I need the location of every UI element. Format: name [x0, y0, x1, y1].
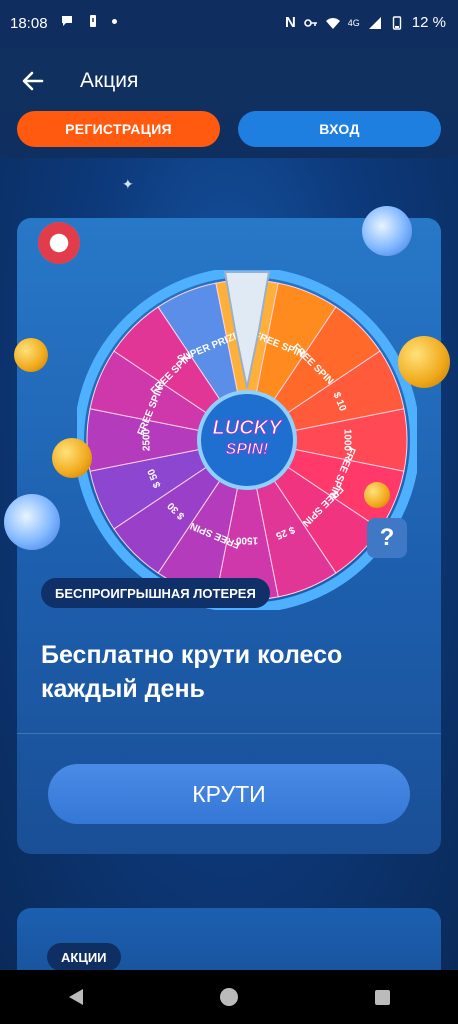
wheel-logo-text: LUCKY	[213, 417, 284, 439]
battery-icon	[392, 15, 401, 30]
key-icon	[303, 18, 317, 27]
status-bar: 18:08 N 4G 12 %	[0, 0, 458, 48]
coin-decoration	[52, 438, 92, 478]
coin-decoration	[364, 482, 390, 508]
nav-recents-icon[interactable]	[374, 989, 390, 1005]
chat-icon	[62, 16, 72, 26]
auth-buttons: РЕГИСТРАЦИЯ ВХОД	[17, 111, 441, 147]
divider	[17, 733, 441, 734]
page-title: Акция	[80, 69, 139, 92]
promo-headline: Бесплатно крути колесо каждый день	[41, 641, 343, 703]
system-nav-bar	[0, 970, 458, 1024]
help-button[interactable]: ?	[367, 518, 407, 558]
promotions-card[interactable]: АКЦИИ	[17, 908, 441, 970]
login-button[interactable]: ВХОД	[238, 111, 441, 147]
coin-decoration	[14, 338, 48, 372]
roulette-chip-decoration	[38, 222, 80, 264]
wheel-logo-text: SPIN!	[226, 441, 269, 458]
status-left-icons	[60, 14, 117, 28]
status-time: 18:08	[10, 15, 48, 32]
sparkle-icon: ✦	[122, 176, 134, 192]
lottery-tag: БЕСПРОИГРЫШНАЯ ЛОТЕРЕЯ	[41, 578, 270, 608]
signal-icon	[368, 16, 381, 29]
wheel-hub	[197, 390, 297, 490]
promo-card: 100FREE SPIN 10FREE SPIN 10$ 101000FREE …	[17, 218, 441, 854]
nav-back-icon[interactable]	[68, 989, 83, 1005]
network-label: 4G	[347, 17, 360, 28]
battery-alert-icon	[90, 15, 96, 27]
casino-chip-decoration	[362, 206, 412, 256]
register-button[interactable]: РЕГИСТРАЦИЯ	[17, 111, 220, 147]
promotions-tag: АКЦИИ	[47, 943, 121, 970]
lucky-spin-wheel: 100FREE SPIN 10FREE SPIN 10$ 101000FREE …	[77, 270, 417, 610]
status-right-icons: N 4G 12 %	[285, 14, 446, 31]
nfc-icon: N	[284, 14, 296, 31]
battery-percent: 12 %	[411, 14, 446, 31]
content-area[interactable]: ✦ ✦ ✦ 100FREE SPIN 10FREE SPIN 10$ 10100…	[0, 158, 458, 970]
coin-decoration	[398, 336, 450, 388]
wifi-icon	[325, 17, 340, 29]
nav-home-icon[interactable]	[219, 988, 238, 1006]
app-bar: Акция РЕГИСТРАЦИЯ ВХОД	[0, 48, 458, 158]
dot-icon	[112, 18, 117, 24]
spin-button[interactable]: КРУТИ	[48, 764, 410, 824]
back-arrow-icon[interactable]	[20, 68, 46, 94]
casino-chip-decoration	[4, 494, 60, 550]
